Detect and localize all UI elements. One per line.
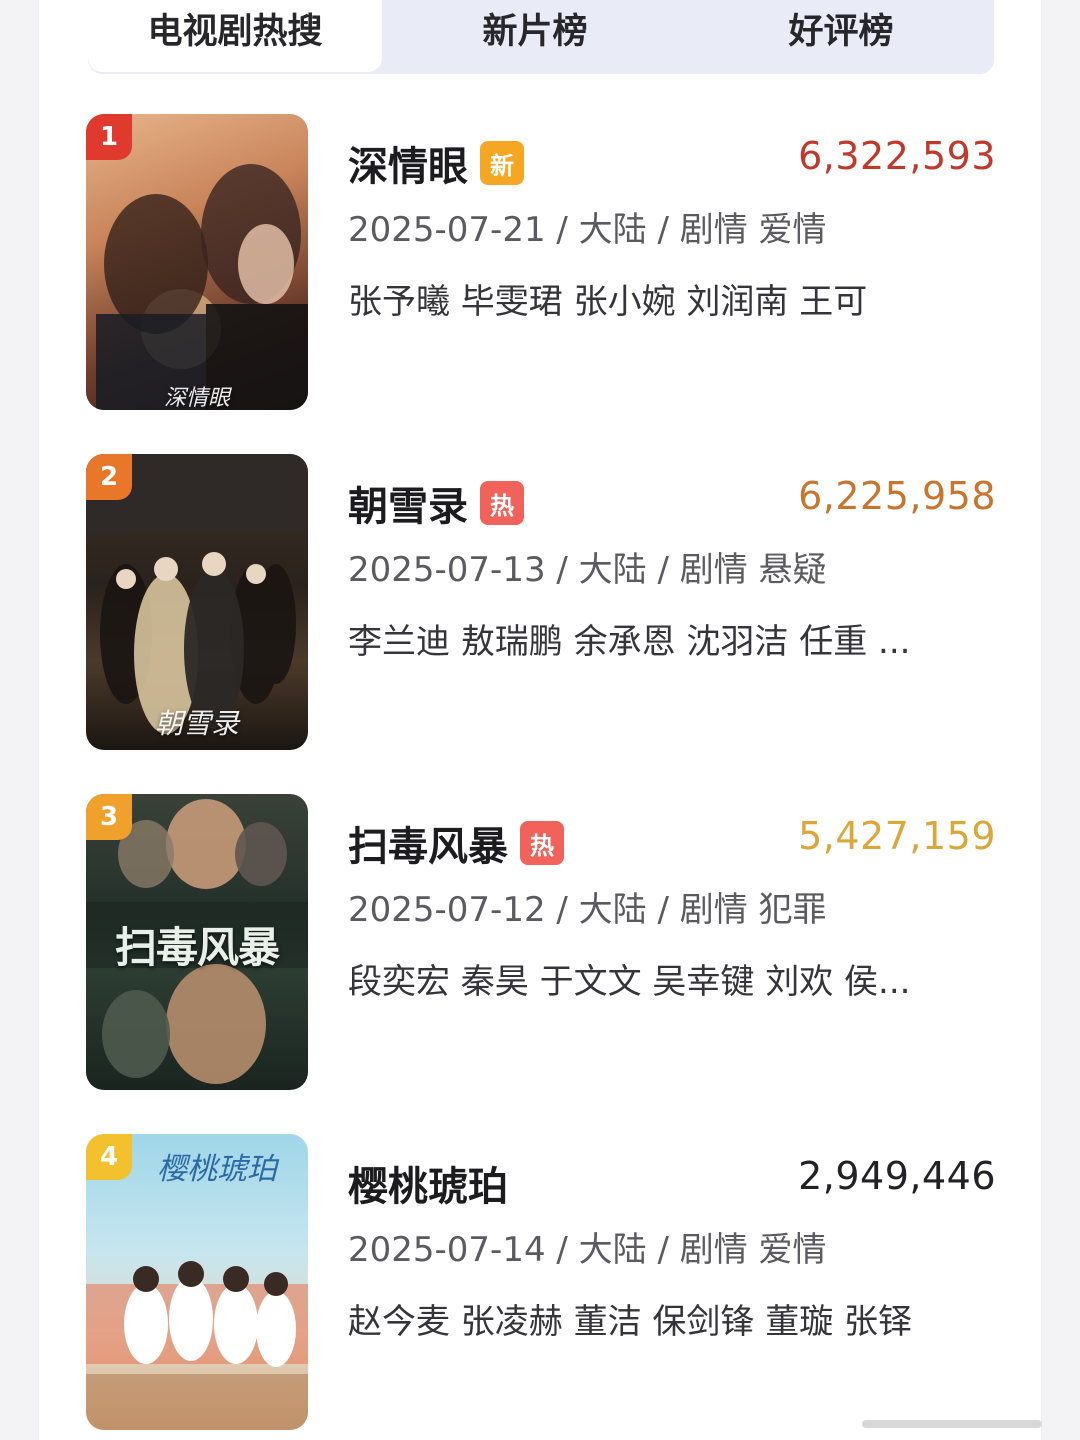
show-meta: 2025-07-14 / 大陆 / 剧情 爱情 (348, 1230, 827, 1270)
tab-tv-hot-search[interactable]: 电视剧热搜 (88, 0, 382, 72)
list-item[interactable]: 4 樱桃琥珀 樱桃琥珀 2,949,446 2025-07-14 / 大陆 / … (86, 1134, 996, 1434)
hot-badge: 热 (520, 821, 564, 865)
poster-image[interactable]: 2 朝雪录 (86, 454, 308, 750)
hot-badge: 热 (480, 481, 524, 525)
show-title[interactable]: 深情眼 (348, 134, 468, 192)
show-cast: 段奕宏 秦昊 于文文 吴幸键 刘欢 侯... (348, 962, 911, 1002)
show-cast: 李兰迪 敖瑞鹏 余承恩 沈羽洁 任重 ... (348, 622, 911, 662)
tab-top-rated[interactable]: 好评榜 (688, 0, 994, 72)
tab-new-releases[interactable]: 新片榜 (382, 0, 688, 72)
show-meta: 2025-07-13 / 大陆 / 剧情 悬疑 (348, 550, 827, 590)
show-title-row[interactable]: 樱桃琥珀 (348, 1154, 508, 1212)
show-title-row[interactable]: 扫毒风暴 热 (348, 814, 564, 872)
show-title[interactable]: 朝雪录 (348, 474, 468, 532)
show-meta: 2025-07-12 / 大陆 / 剧情 犯罪 (348, 890, 827, 930)
poster-title-art: 扫毒风暴 (114, 923, 280, 972)
heat-score: 6,225,958 (798, 474, 996, 518)
heat-score: 2,949,446 (798, 1154, 996, 1198)
show-cast: 张予曦 毕雯珺 张小婉 刘润南 王可 (348, 282, 868, 322)
show-meta: 2025-07-21 / 大陆 / 剧情 爱情 (348, 210, 827, 250)
ranking-tabs: 电视剧热搜 新片榜 好评榜 (88, 0, 994, 74)
rank-badge: 1 (86, 114, 132, 160)
poster-image[interactable]: 4 樱桃琥珀 (86, 1134, 308, 1430)
list-item[interactable]: 2 朝雪录 朝雪录 热 6,225,958 2025-07-13 / 大陆 / … (86, 454, 996, 754)
poster-title-art: 朝雪录 (154, 707, 239, 740)
poster-title-art: 樱桃琥珀 (157, 1152, 277, 1187)
home-indicator (862, 1420, 1042, 1428)
poster-image[interactable]: 3 扫毒风暴 (86, 794, 308, 1090)
poster-title-art: 深情眼 (163, 386, 230, 410)
show-title[interactable]: 扫毒风暴 (348, 814, 508, 872)
heat-score: 6,322,593 (798, 134, 996, 178)
rank-badge: 3 (86, 794, 132, 840)
show-cast: 赵今麦 张凌赫 董洁 保剑锋 董璇 张铎 (348, 1302, 913, 1342)
poster-image[interactable]: 1 深情眼 (86, 114, 308, 410)
rank-badge: 2 (86, 454, 132, 500)
heat-score: 5,427,159 (798, 814, 996, 858)
list-item[interactable]: 1 深情眼 深情眼 新 6,322,593 2025-07-21 / 大陆 / … (86, 114, 996, 414)
show-title[interactable]: 樱桃琥珀 (348, 1154, 508, 1212)
show-title-row[interactable]: 朝雪录 热 (348, 474, 524, 532)
list-item[interactable]: 3 扫毒风暴 扫毒风暴 热 5,427,159 2025-07-12 / 大陆 … (86, 794, 996, 1094)
new-badge: 新 (480, 141, 524, 185)
show-title-row[interactable]: 深情眼 新 (348, 134, 524, 192)
